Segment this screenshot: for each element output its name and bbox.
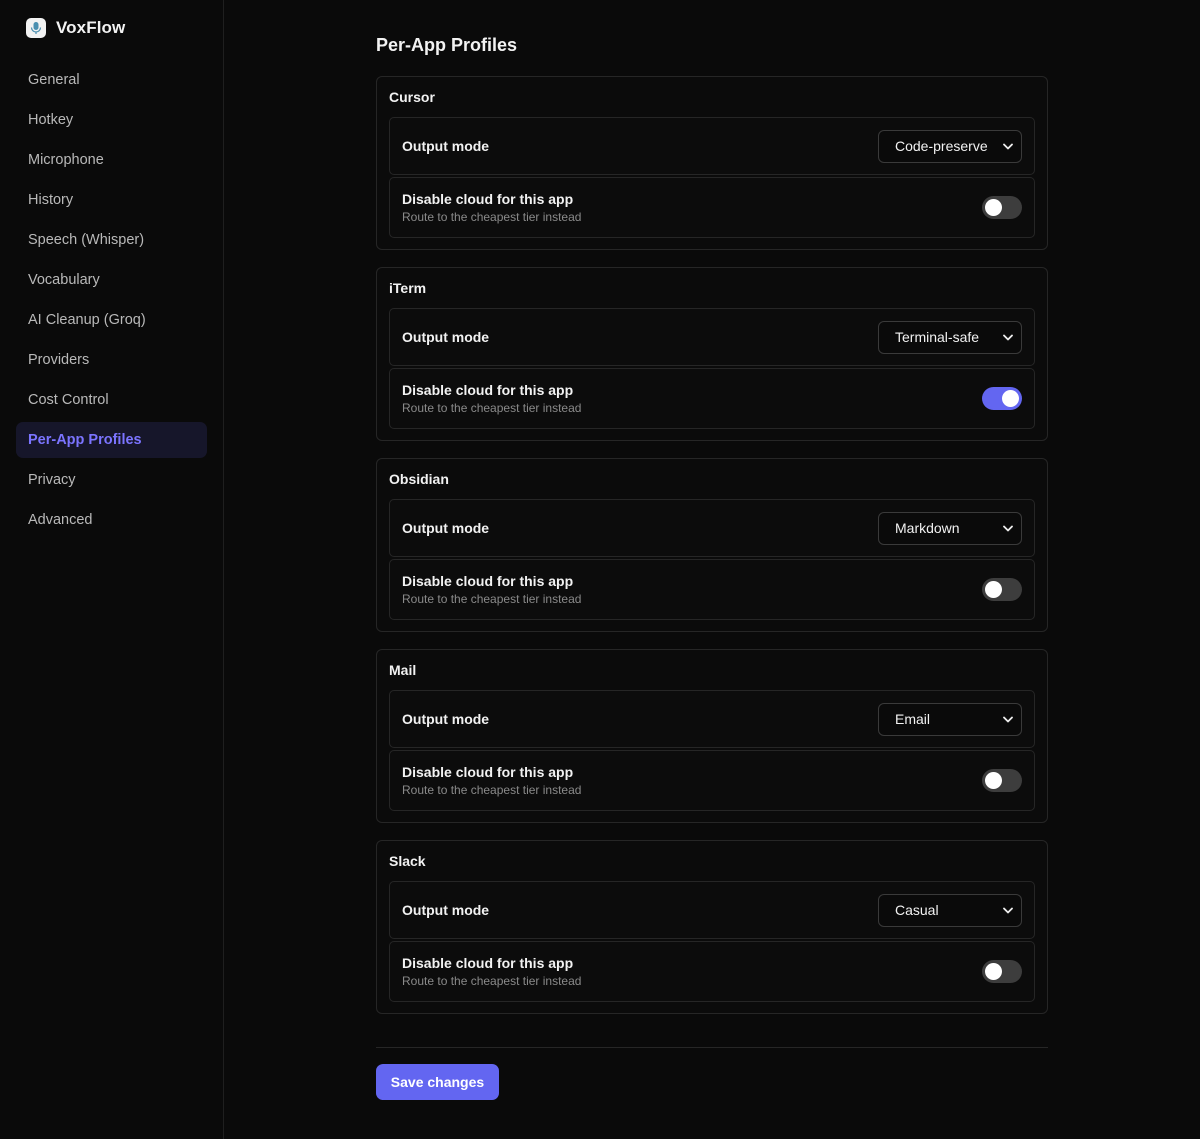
disable-cloud-row: Disable cloud for this app Route to the … [389,941,1035,1002]
output-mode-row: Output mode Email [389,690,1035,748]
sidebar: VoxFlow General Hotkey Microphone Histor… [0,0,224,1139]
sidebar-item-per-app-profiles[interactable]: Per-App Profiles [16,422,207,458]
profile-app-name: Mail [389,662,417,678]
disable-cloud-row: Disable cloud for this app Route to the … [389,559,1035,620]
toggle-knob [985,772,1002,789]
sidebar-item-label: AI Cleanup (Groq) [28,312,146,328]
disable-cloud-label: Disable cloud for this app [402,955,574,971]
profile-card-cursor: Cursor Output mode Code-preserve Disable… [376,76,1048,250]
disable-cloud-label: Disable cloud for this app [402,382,574,398]
disable-cloud-label: Disable cloud for this app [402,191,574,207]
microphone-logo-icon [26,18,46,38]
sidebar-item-label: Cost Control [28,392,109,408]
sidebar-item-cost-control[interactable]: Cost Control [16,382,207,418]
sidebar-item-privacy[interactable]: Privacy [16,462,207,498]
sidebar-item-label: Advanced [28,512,93,528]
disable-cloud-description: Route to the cheapest tier instead [402,783,582,797]
sidebar-item-label: Per-App Profiles [28,432,142,448]
profile-card-obsidian: Obsidian Output mode Markdown Disable cl… [376,458,1048,632]
chevron-down-icon [1003,141,1013,151]
sidebar-item-label: General [28,72,80,88]
disable-cloud-toggle[interactable] [982,960,1022,983]
brand: VoxFlow [26,18,125,38]
disable-cloud-row: Disable cloud for this app Route to the … [389,368,1035,429]
disable-cloud-toggle[interactable] [982,387,1022,410]
output-mode-value: Code-preserve [895,138,988,154]
sidebar-item-general[interactable]: General [16,62,207,98]
sidebar-item-label: Microphone [28,152,104,168]
disable-cloud-label: Disable cloud for this app [402,573,574,589]
sidebar-item-label: Vocabulary [28,272,100,288]
sidebar-item-vocabulary[interactable]: Vocabulary [16,262,207,298]
profile-app-name: Cursor [389,89,435,105]
output-mode-label: Output mode [402,902,490,918]
sidebar-item-speech[interactable]: Speech (Whisper) [16,222,207,258]
disable-cloud-description: Route to the cheapest tier instead [402,401,582,415]
toggle-knob [985,581,1002,598]
output-mode-label: Output mode [402,138,490,154]
save-button[interactable]: Save changes [376,1064,499,1100]
sidebar-item-label: Hotkey [28,112,74,128]
sidebar-nav: General Hotkey Microphone History Speech… [16,62,207,542]
output-mode-row: Output mode Terminal-safe [389,308,1035,366]
profile-card-mail: Mail Output mode Email Disable cloud for… [376,649,1048,823]
output-mode-select[interactable]: Terminal-safe [878,320,1022,354]
output-mode-label: Output mode [402,520,490,536]
disable-cloud-text: Disable cloud for this app Route to the … [402,382,581,415]
footer-divider [376,1047,1048,1048]
output-mode-select[interactable]: Markdown [878,511,1022,545]
output-mode-label: Output mode [402,711,490,727]
output-mode-label: Output mode [402,329,490,345]
disable-cloud-text: Disable cloud for this app Route to the … [402,764,581,797]
sidebar-item-label: Speech (Whisper) [28,232,145,248]
profiles-list: Cursor Output mode Code-preserve Disable… [376,76,1048,1031]
toggle-knob [985,199,1002,216]
disable-cloud-label: Disable cloud for this app [402,764,574,780]
toggle-knob [985,963,1002,980]
page-title: Per-App Profiles [376,35,518,55]
profile-app-name: Slack [389,853,426,869]
sidebar-item-providers[interactable]: Providers [16,342,207,378]
sidebar-item-hotkey[interactable]: Hotkey [16,102,207,138]
disable-cloud-description: Route to the cheapest tier instead [402,974,582,988]
output-mode-value: Casual [895,902,939,918]
chevron-down-icon [1003,332,1013,342]
chevron-down-icon [1003,905,1013,915]
profile-card-slack: Slack Output mode Casual Disable cloud f… [376,840,1048,1014]
output-mode-select[interactable]: Casual [878,893,1022,927]
sidebar-item-label: Privacy [28,472,76,488]
profile-card-iterm: iTerm Output mode Terminal-safe Disable … [376,267,1048,441]
sidebar-item-advanced[interactable]: Advanced [16,502,207,538]
disable-cloud-description: Route to the cheapest tier instead [402,210,582,224]
chevron-down-icon [1003,714,1013,724]
output-mode-row: Output mode Code-preserve [389,117,1035,175]
output-mode-value: Terminal-safe [895,329,980,345]
disable-cloud-toggle[interactable] [982,769,1022,792]
output-mode-row: Output mode Casual [389,881,1035,939]
sidebar-item-ai-cleanup[interactable]: AI Cleanup (Groq) [16,302,207,338]
sidebar-item-label: History [28,192,74,208]
disable-cloud-description: Route to the cheapest tier instead [402,592,582,606]
disable-cloud-toggle[interactable] [982,578,1022,601]
output-mode-select[interactable]: Code-preserve [878,129,1022,163]
output-mode-select[interactable]: Email [878,702,1022,736]
sidebar-item-label: Providers [28,352,90,368]
profile-app-name: iTerm [389,280,427,296]
sidebar-item-history[interactable]: History [16,182,207,218]
disable-cloud-row: Disable cloud for this app Route to the … [389,750,1035,811]
disable-cloud-text: Disable cloud for this app Route to the … [402,573,581,606]
toggle-knob [1002,390,1019,407]
output-mode-value: Markdown [895,520,960,536]
sidebar-item-microphone[interactable]: Microphone [16,142,207,178]
disable-cloud-text: Disable cloud for this app Route to the … [402,191,581,224]
output-mode-row: Output mode Markdown [389,499,1035,557]
app-name: VoxFlow [56,18,126,37]
disable-cloud-text: Disable cloud for this app Route to the … [402,955,581,988]
chevron-down-icon [1003,523,1013,533]
disable-cloud-toggle[interactable] [982,196,1022,219]
disable-cloud-row: Disable cloud for this app Route to the … [389,177,1035,238]
output-mode-value: Email [895,711,931,727]
profile-app-name: Obsidian [389,471,449,487]
